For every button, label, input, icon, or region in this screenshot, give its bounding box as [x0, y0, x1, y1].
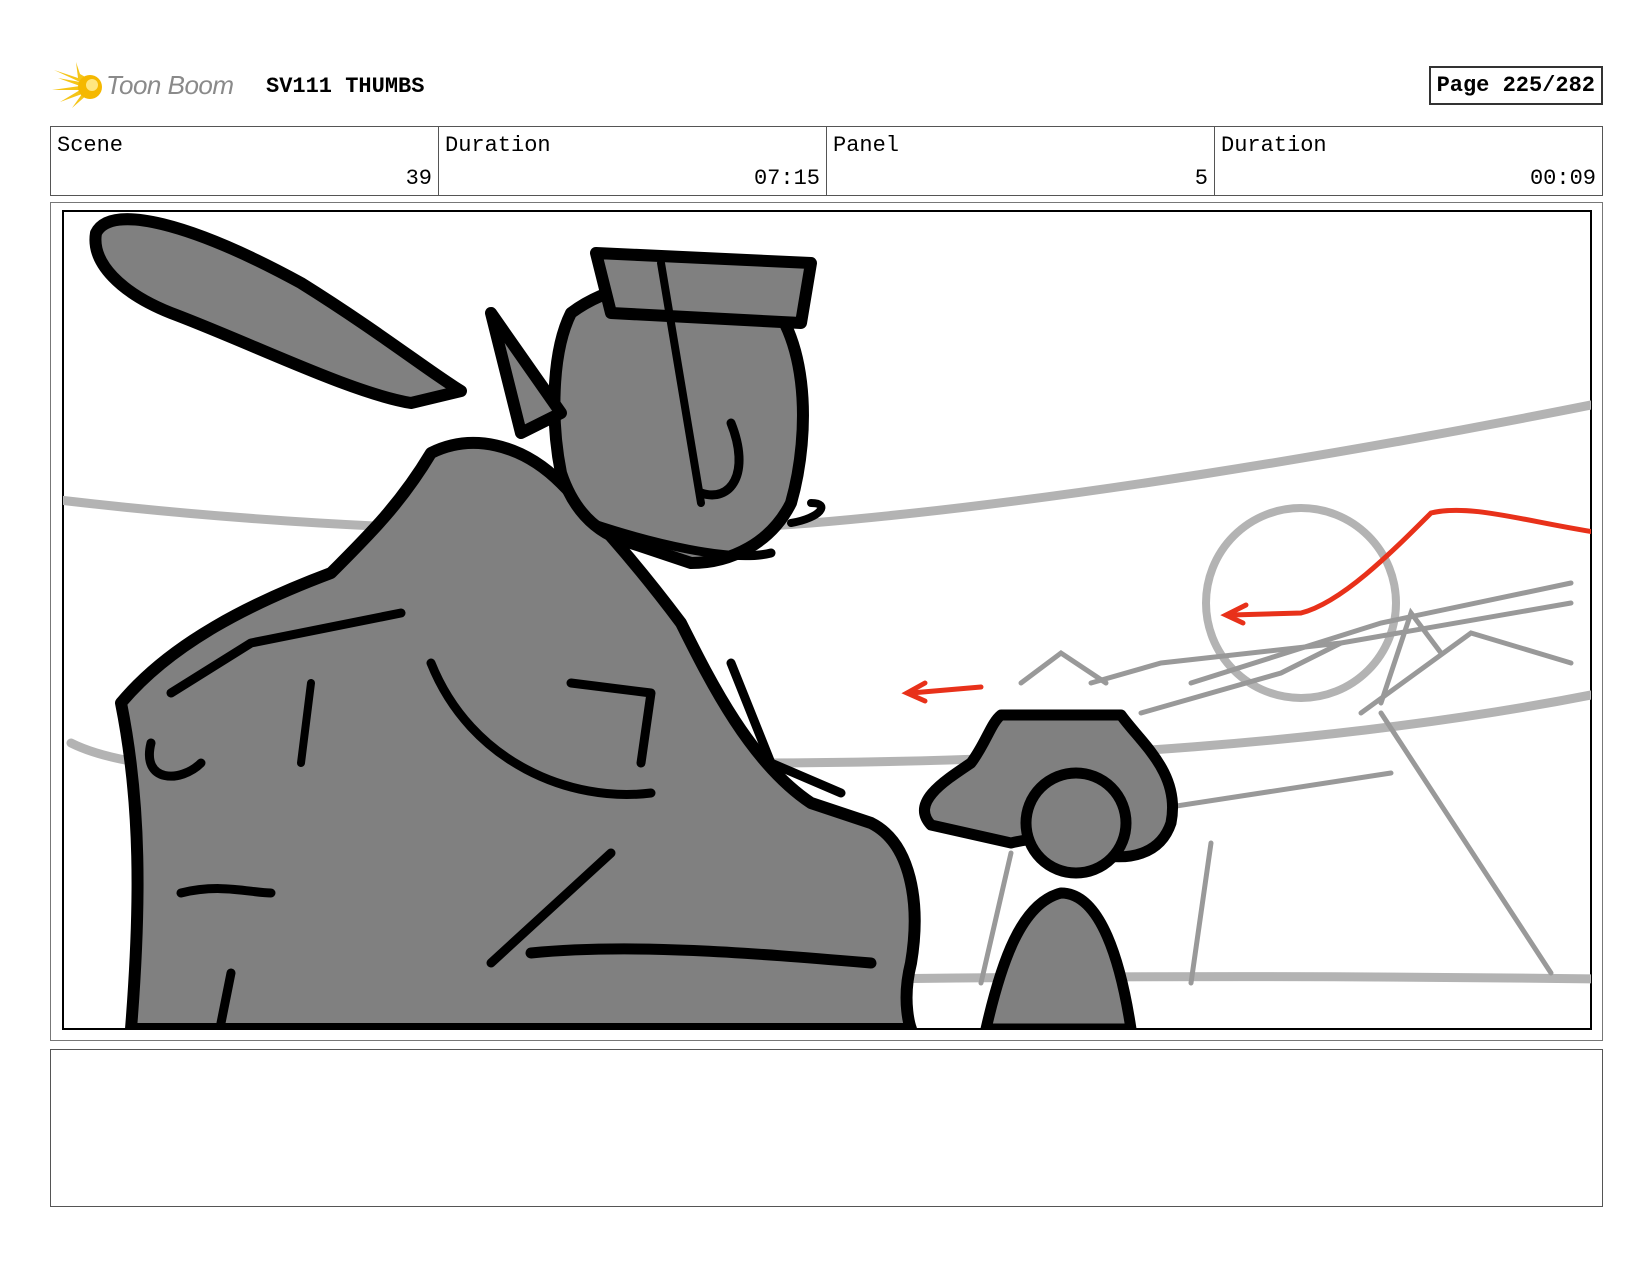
panel-cell: Panel 5 — [827, 127, 1215, 195]
panel-label: Panel — [833, 133, 900, 158]
panel-duration-label: Duration — [1221, 133, 1327, 158]
panel-duration-cell: Duration 00:09 — [1215, 127, 1602, 195]
scene-duration-cell: Duration 07:15 — [439, 127, 827, 195]
scene-label: Scene — [57, 133, 124, 158]
panel-sketch — [62, 210, 1592, 1030]
scene-cell: Scene 39 — [51, 127, 439, 195]
starburst-icon — [52, 62, 102, 108]
toon-boom-logo: Toon Boom — [50, 60, 250, 112]
scene-duration-value: 07:15 — [753, 166, 820, 191]
scene-duration-label: Duration — [445, 133, 551, 158]
panel-value: 5 — [1194, 166, 1208, 191]
page-indicator: Page 225/282 — [1428, 66, 1603, 105]
storyboard-panel — [50, 202, 1603, 1041]
document-title: SV111 THUMBS — [266, 74, 425, 99]
storyboard-header: Toon Boom SV111 THUMBS Page 225/282 — [50, 56, 1603, 116]
panel-info-row: Scene 39 Duration 07:15 Panel 5 Duration… — [50, 126, 1603, 196]
scene-value: 39 — [405, 166, 432, 191]
notes-box — [50, 1049, 1603, 1207]
logo-text: Toon Boom — [106, 70, 234, 100]
panel-duration-value: 00:09 — [1529, 166, 1596, 191]
